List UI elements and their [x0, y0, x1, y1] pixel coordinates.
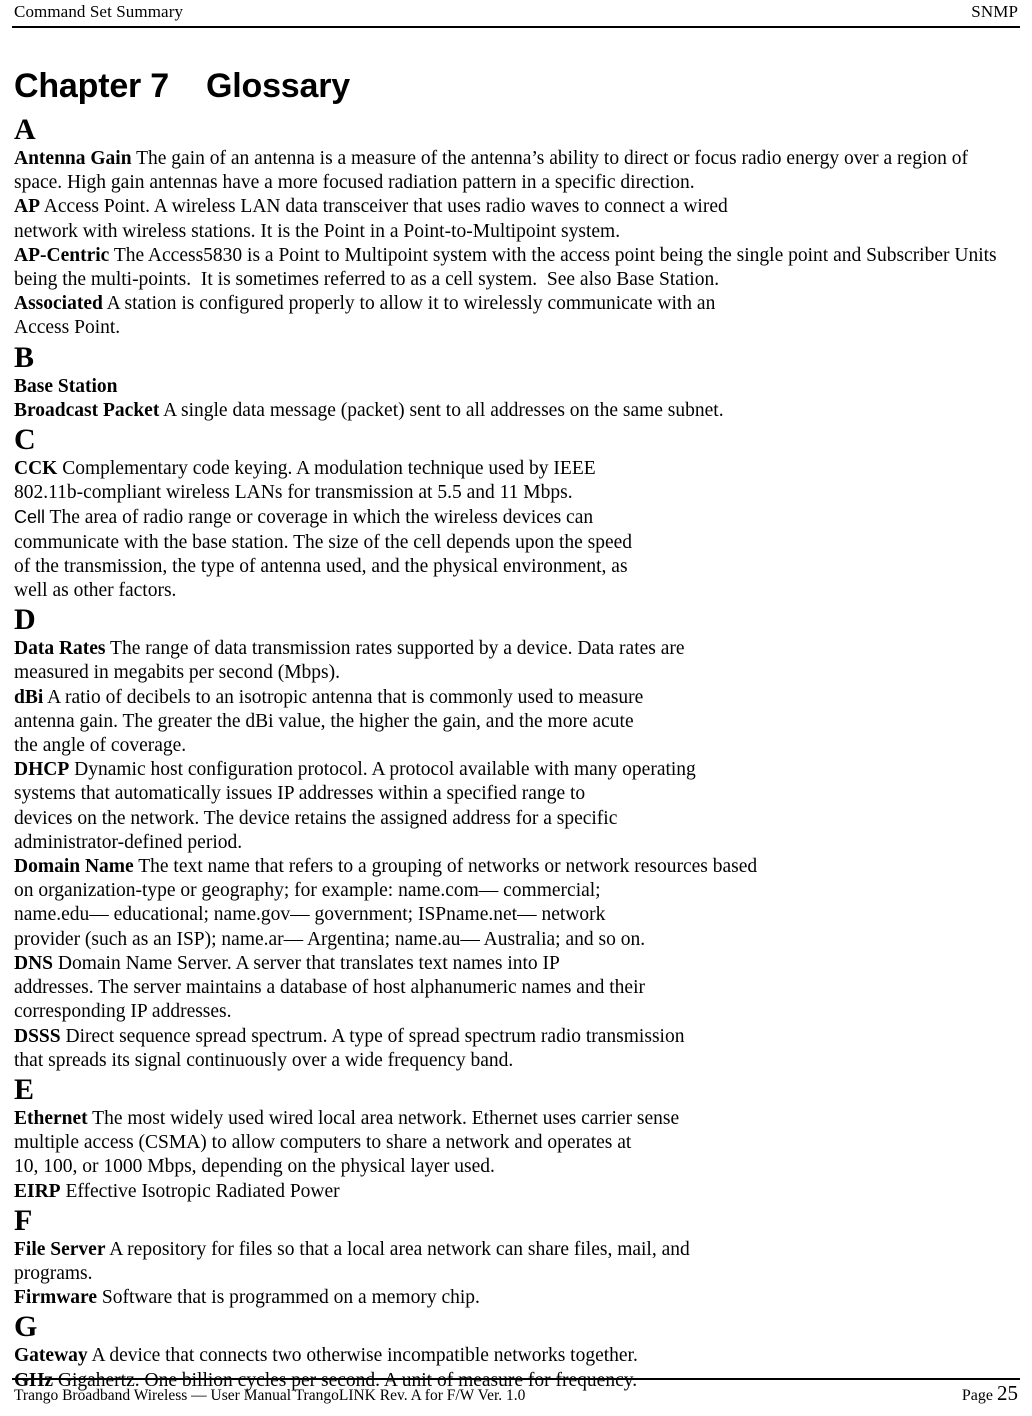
header-divider [12, 26, 1020, 28]
glossary-entry: Antenna Gain The gain of an antenna is a… [14, 147, 1020, 195]
glossary-definition: A repository for files so that a local a… [14, 1238, 690, 1284]
header-left-text: Command Set Summary [14, 2, 184, 21]
glossary-definition: The Access5830 is a Point to Multipoint … [14, 244, 997, 291]
glossary-definition: Direct sequence spread spectrum. A type … [14, 1025, 685, 1071]
glossary-entry-list: Antenna Gain The gain of an antenna is a… [14, 147, 1020, 341]
glossary-entry-list: Data Rates The range of data transmissio… [14, 637, 1020, 1073]
glossary-entry: AP-Centric The Access5830 is a Point to … [14, 244, 1020, 292]
glossary-letter-heading: D [14, 603, 36, 637]
glossary-entry-list: CCK Complementary code keying. A modulat… [14, 457, 1020, 603]
footer-left-text: Trango Broadband Wireless — User Manual … [14, 1387, 526, 1404]
glossary-letter-heading: B [14, 340, 35, 374]
glossary-definition: A ratio of decibels to an isotropic ante… [14, 686, 644, 757]
glossary-term: Ethernet [14, 1107, 88, 1129]
glossary-term: Data Rates [14, 638, 106, 660]
glossary-definition: A single data message (packet) sent to a… [159, 399, 724, 421]
glossary-entry: Data Rates The range of data transmissio… [14, 637, 1020, 685]
footer-divider [12, 1378, 1020, 1380]
glossary-entry: Ethernet The most widely used wired loca… [14, 1107, 1020, 1180]
glossary-entry: Cell The area of radio range or coverage… [14, 505, 1020, 603]
glossary-definition: The gain of an antenna is a measure of t… [14, 148, 968, 194]
glossary-term: dBi [14, 686, 44, 708]
header-right-text: SNMP [971, 2, 1018, 21]
glossary-entry: Firmware Software that is programmed on … [14, 1286, 1020, 1310]
glossary-term: Cell [14, 507, 46, 528]
glossary-definition: A device that connects two otherwise inc… [87, 1345, 638, 1367]
glossary-entry: CCK Complementary code keying. A modulat… [14, 457, 1020, 505]
glossary-letter-heading: E [14, 1072, 35, 1106]
glossary-definition: The range of data transmission rates sup… [14, 638, 685, 684]
glossary-entry: File Server A repository for files so th… [14, 1238, 1020, 1286]
glossary-term: Broadcast Packet [14, 399, 160, 421]
glossary-entry: EIRP Effective Isotropic Radiated Power [14, 1180, 1020, 1204]
glossary-term: AP-Centric [14, 244, 110, 266]
page-title: Chapter 7 Glossary [14, 67, 350, 105]
glossary-definition: The area of radio range or coverage in w… [14, 507, 633, 602]
glossary-entry: DNS Domain Name Server. A server that tr… [14, 952, 1020, 1025]
glossary-entry: Gateway A device that connects two other… [14, 1344, 1020, 1368]
glossary-term: DNS [14, 952, 54, 974]
glossary-term: AP [14, 196, 40, 218]
glossary-letter-heading: A [14, 113, 36, 146]
glossary-definition: Domain Name Server. A server that transl… [14, 952, 645, 1023]
glossary-term: Gateway [14, 1345, 88, 1367]
glossary-term: Firmware [14, 1287, 98, 1309]
glossary-term: EIRP [14, 1180, 61, 1202]
page-number: Page 25 [962, 1383, 1018, 1406]
glossary-term: Domain Name [14, 856, 134, 878]
glossary-entry: dBi A ratio of decibels to an isotropic … [14, 686, 1020, 759]
glossary-definition: Dynamic host configuration protocol. A p… [14, 759, 696, 853]
glossary-term: DHCP [14, 759, 70, 781]
glossary-entry: Domain Name The text name that refers to… [14, 855, 1020, 952]
glossary-term: File Server [14, 1238, 106, 1260]
glossary-term: Associated [14, 293, 103, 315]
glossary-letter-heading: G [14, 1310, 38, 1344]
running-header: Command Set Summary SNMP [14, 2, 1018, 22]
glossary-entry: DHCP Dynamic host configuration protocol… [14, 758, 1020, 855]
glossary-entry: Associated A station is configured prope… [14, 292, 1020, 340]
glossary-letter-heading: F [14, 1203, 33, 1237]
document-page: Command Set Summary SNMP Chapter 7 Gloss… [0, 0, 1032, 1416]
glossary-body: A Antenna Gain The gain of an antenna is … [14, 113, 1020, 1393]
glossary-term: Antenna Gain [14, 148, 132, 169]
glossary-entry: AP Access Point. A wireless LAN data tra… [14, 195, 1020, 243]
glossary-letter-heading: C [14, 423, 36, 457]
glossary-entry-list: File Server A repository for files so th… [14, 1238, 1020, 1311]
glossary-definition: A station is configured properly to allo… [14, 293, 716, 339]
glossary-entry: Broadcast Packet A single data message (… [14, 399, 1020, 423]
glossary-term: Base Station [14, 375, 118, 397]
glossary-term: CCK [14, 458, 58, 480]
page-number-value: 25 [997, 1381, 1018, 1405]
glossary-entry-list: Base Station Broadcast Packet A single da… [14, 375, 1020, 423]
glossary-term: DSSS [14, 1025, 61, 1047]
glossary-definition: Complementary code keying. A modulation … [14, 458, 596, 504]
glossary-entry-list: Ethernet The most widely used wired loca… [14, 1107, 1020, 1204]
running-footer: Trango Broadband Wireless — User Manual … [14, 1383, 1018, 1406]
page-label: Page [961, 1387, 997, 1404]
glossary-entry: DSSS Direct sequence spread spectrum. A … [14, 1025, 1020, 1073]
glossary-definition: The most widely used wired local area ne… [14, 1107, 680, 1178]
glossary-definition: Access Point. A wireless LAN data transc… [14, 196, 728, 242]
glossary-definition: Effective Isotropic Radiated Power [60, 1180, 340, 1202]
glossary-definition: Software that is programmed on a memory … [97, 1287, 480, 1309]
glossary-entry: Base Station [14, 375, 1020, 399]
